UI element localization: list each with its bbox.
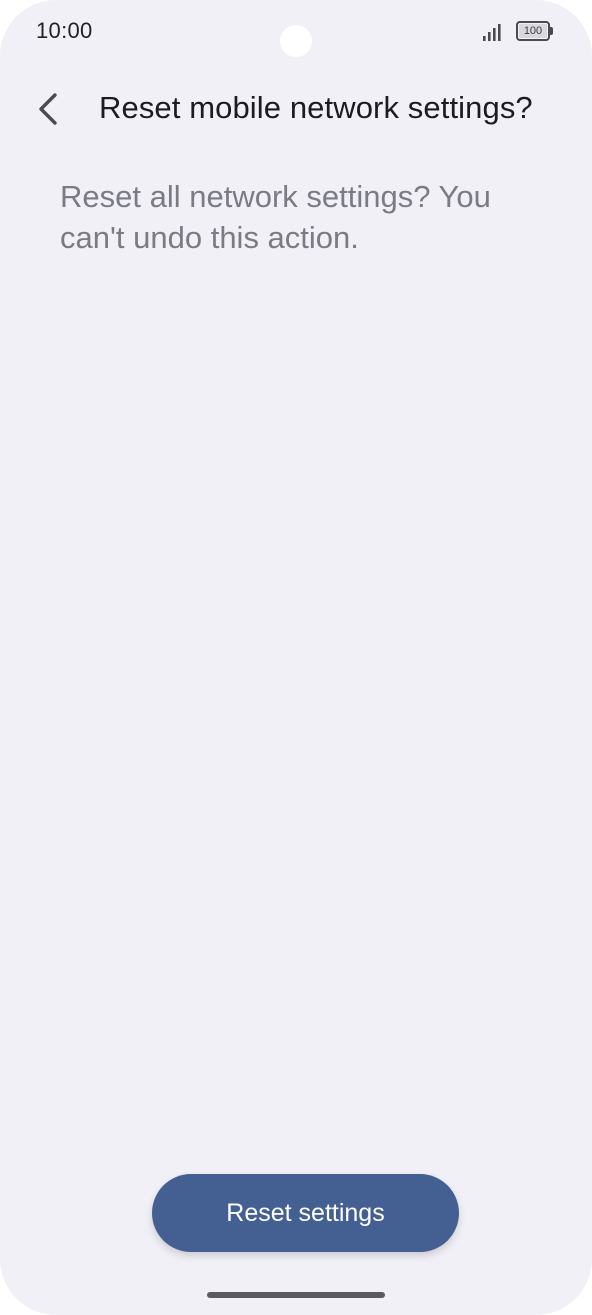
page-title: Reset mobile network settings?	[99, 90, 533, 125]
reset-settings-button[interactable]: Reset settings	[152, 1174, 459, 1252]
phone-screen: 10:00 100 Reset mobile network settings?…	[0, 0, 592, 1315]
signal-icon	[483, 24, 501, 41]
header: Reset mobile network settings?	[0, 80, 592, 140]
home-indicator[interactable]	[207, 1292, 385, 1298]
status-bar: 10:00 100	[0, 0, 592, 64]
status-time: 10:00	[36, 18, 93, 43]
chevron-left-icon	[39, 93, 57, 125]
battery-icon: 100	[516, 21, 553, 41]
description-text: Reset all network settings? You can't un…	[60, 179, 491, 255]
back-button[interactable]	[22, 80, 74, 138]
camera-cutout	[280, 25, 312, 57]
battery-level: 100	[523, 25, 543, 37]
